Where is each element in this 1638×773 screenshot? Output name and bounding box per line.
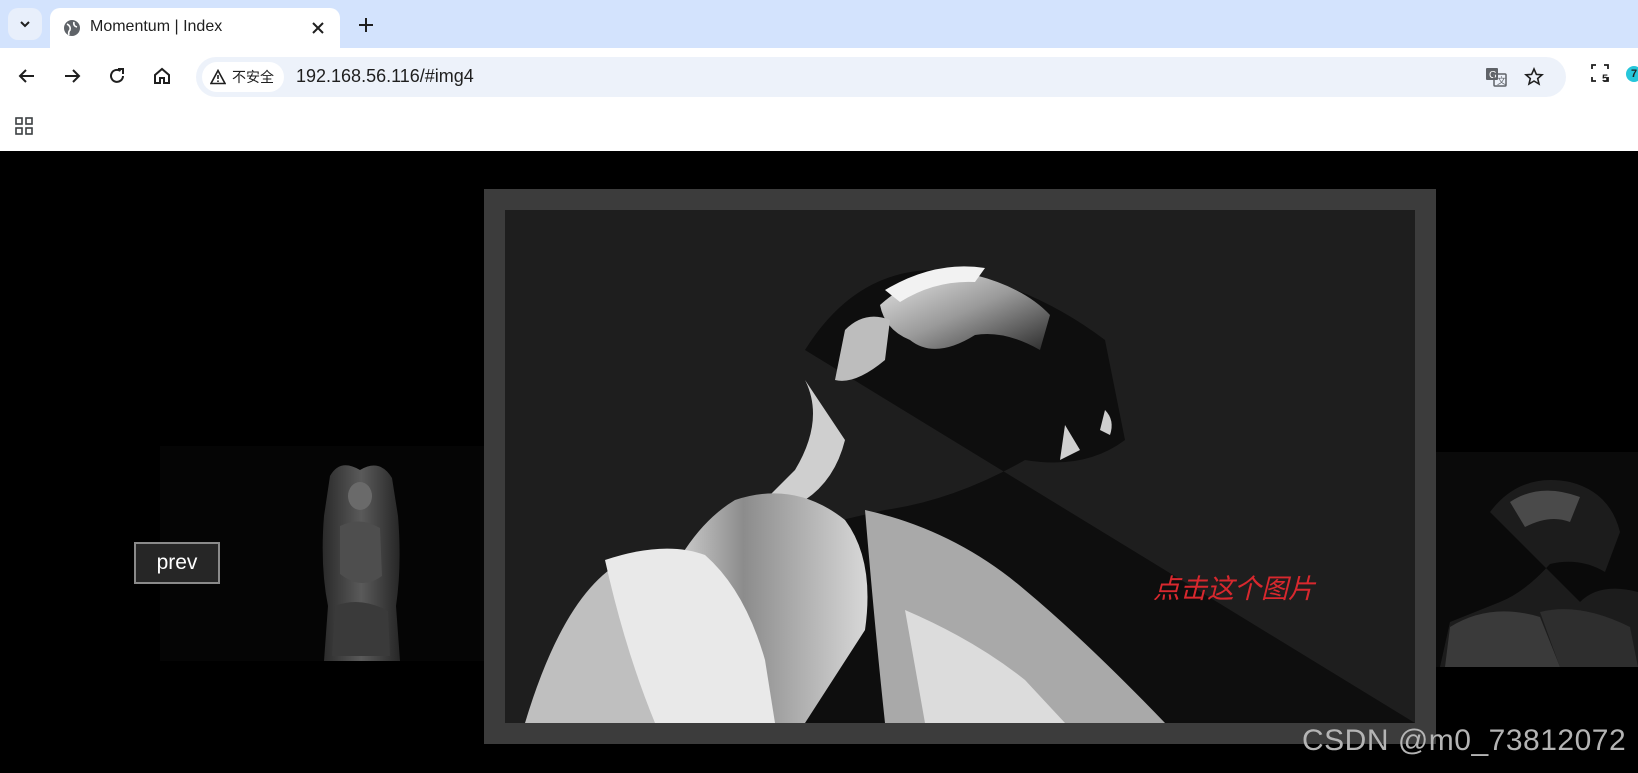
- plus-icon: [359, 18, 373, 32]
- address-bar[interactable]: 不安全 192.168.56.116/#img4 G 文: [196, 57, 1566, 97]
- active-tab[interactable]: Momentum | Index: [50, 8, 340, 48]
- extension-button-b[interactable]: 7: [1626, 66, 1638, 82]
- reload-button[interactable]: [103, 62, 131, 90]
- tab-strip: Momentum | Index: [0, 0, 1638, 48]
- svg-text:G: G: [1489, 70, 1497, 81]
- security-indicator[interactable]: 不安全: [202, 62, 284, 92]
- statue-image: [322, 465, 400, 661]
- statue-image: [1440, 480, 1638, 667]
- tab-search-button[interactable]: [8, 8, 42, 40]
- extension-badge-a: 5: [1602, 73, 1609, 85]
- url-text[interactable]: 192.168.56.116/#img4: [296, 66, 474, 87]
- back-button[interactable]: [13, 62, 41, 90]
- bookmark-star-button[interactable]: [1522, 65, 1546, 89]
- extension-button-a[interactable]: 5: [1590, 63, 1610, 88]
- star-icon: [1524, 67, 1544, 86]
- chevron-down-icon: [20, 21, 30, 28]
- apps-grid-icon: [15, 117, 33, 135]
- tab-title: Momentum | Index: [90, 18, 223, 35]
- extension-badge-b: 7: [1630, 68, 1638, 80]
- security-label: 不安全: [232, 69, 274, 85]
- apps-button[interactable]: [14, 116, 34, 141]
- click-hint-text: 点击这个图片: [1153, 574, 1315, 604]
- main-image[interactable]: 点击这个图片: [505, 210, 1415, 723]
- gallery-page: 点击这个图片 prev CSDN @m0_73812072: [0, 151, 1638, 773]
- translate-button[interactable]: G 文: [1484, 65, 1508, 89]
- statue-image: [525, 266, 1415, 723]
- arrow-left-icon: [18, 69, 34, 83]
- next-image[interactable]: [1430, 452, 1638, 667]
- forward-button[interactable]: [58, 62, 86, 90]
- new-tab-button[interactable]: [353, 12, 379, 38]
- close-icon: [312, 22, 324, 34]
- arrow-right-icon: [65, 69, 81, 83]
- bookmarks-bar: [0, 104, 1638, 151]
- home-icon: [154, 67, 170, 84]
- warning-icon: [210, 69, 226, 85]
- home-button[interactable]: [148, 62, 176, 90]
- watermark-text: CSDN @m0_73812072: [1302, 724, 1627, 757]
- globe-icon: [64, 20, 80, 36]
- navigation-bar: 不安全 192.168.56.116/#img4 G 文 5 7: [0, 48, 1638, 104]
- main-image-frame: 点击这个图片: [484, 189, 1436, 744]
- prev-button[interactable]: prev: [134, 542, 220, 584]
- tab-close-button[interactable]: [308, 18, 328, 38]
- extension-badge-icon: 7: [1626, 66, 1638, 82]
- translate-icon: G 文: [1486, 68, 1507, 87]
- reload-icon: [110, 68, 124, 83]
- svg-text:文: 文: [1497, 75, 1506, 86]
